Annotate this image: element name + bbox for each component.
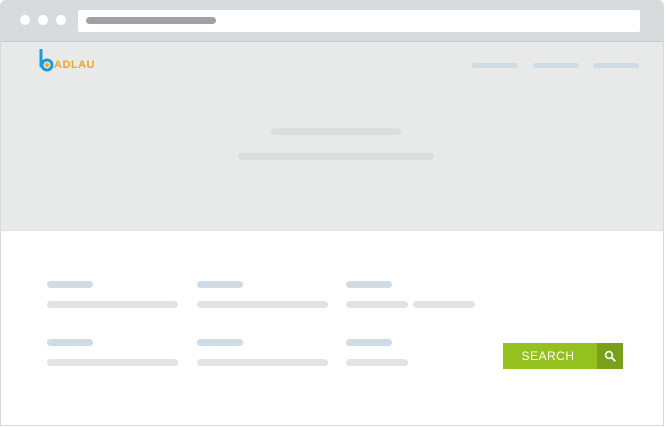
nav-link-2[interactable] bbox=[533, 63, 579, 68]
field-input-placeholder[interactable] bbox=[346, 301, 408, 308]
hero-title-placeholder bbox=[271, 128, 401, 135]
search-button-label: SEARCH bbox=[521, 349, 575, 363]
nav-link-3[interactable] bbox=[593, 63, 639, 68]
browser-toolbar bbox=[1, 1, 663, 42]
field-input-placeholder[interactable] bbox=[197, 359, 328, 366]
field-input-placeholder[interactable] bbox=[346, 359, 408, 366]
field-input-placeholder[interactable] bbox=[197, 301, 328, 308]
browser-window: ADLAU SEARCH bbox=[0, 0, 664, 426]
window-close-dot[interactable] bbox=[20, 15, 30, 25]
field-label-placeholder bbox=[47, 339, 93, 346]
logo-text[interactable]: ADLAU bbox=[54, 59, 95, 71]
hero-section bbox=[1, 42, 663, 231]
field-label-placeholder bbox=[346, 339, 392, 346]
hero-subtitle-placeholder bbox=[238, 153, 434, 160]
logo-b-icon[interactable] bbox=[38, 49, 54, 73]
search-button[interactable]: SEARCH bbox=[503, 343, 623, 369]
field-input-placeholder[interactable] bbox=[47, 359, 178, 366]
address-bar-placeholder bbox=[86, 17, 216, 24]
window-maximize-dot[interactable] bbox=[56, 15, 66, 25]
field-label-placeholder bbox=[346, 281, 392, 288]
window-minimize-dot[interactable] bbox=[38, 15, 48, 25]
address-bar[interactable] bbox=[78, 10, 640, 32]
field-input-placeholder[interactable] bbox=[47, 301, 178, 308]
field-label-placeholder bbox=[197, 281, 243, 288]
field-input-placeholder[interactable] bbox=[413, 301, 475, 308]
magnifier-icon[interactable] bbox=[597, 343, 623, 369]
field-label-placeholder bbox=[47, 281, 93, 288]
field-label-placeholder bbox=[197, 339, 243, 346]
nav-link-1[interactable] bbox=[472, 63, 518, 68]
